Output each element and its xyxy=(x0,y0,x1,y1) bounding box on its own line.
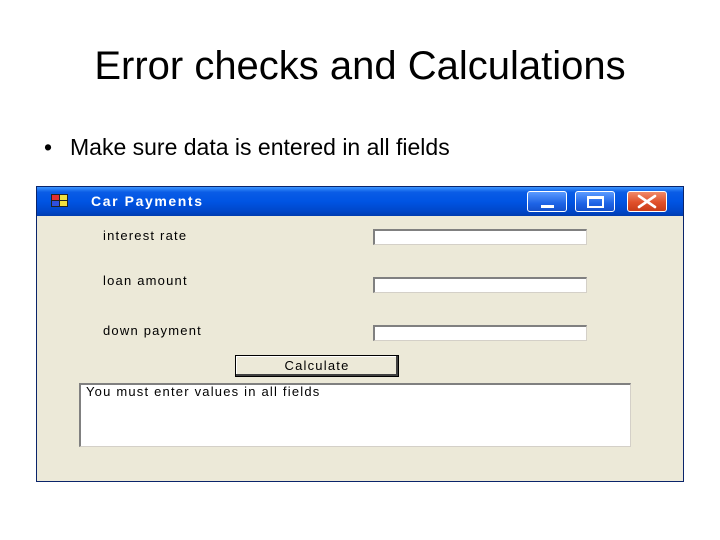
bullet-item: • Make sure data is entered in all fields xyxy=(44,134,450,161)
app-icon xyxy=(51,194,69,208)
minimize-icon xyxy=(541,205,554,208)
window-titlebar[interactable]: Car Payments xyxy=(37,187,683,216)
bullet-text: Make sure data is entered in all fields xyxy=(70,134,450,160)
loan-amount-label: loan amount xyxy=(103,273,188,288)
slide-title: Error checks and Calculations xyxy=(94,44,626,88)
window-title: Car Payments xyxy=(91,193,204,209)
maximize-button[interactable] xyxy=(575,191,615,212)
output-textbox[interactable]: You must enter values in all fields xyxy=(79,383,631,447)
down-payment-label: down payment xyxy=(103,323,202,338)
minimize-button[interactable] xyxy=(527,191,567,212)
interest-rate-label: interest rate xyxy=(103,228,188,243)
close-icon xyxy=(637,194,657,209)
calculate-button[interactable]: Calculate xyxy=(235,355,399,377)
bullet-marker: • xyxy=(44,134,53,160)
loan-amount-input[interactable] xyxy=(373,277,587,293)
car-payments-window: Car Payments interest rate loan amount d… xyxy=(36,186,684,482)
interest-rate-input[interactable] xyxy=(373,229,587,245)
down-payment-input[interactable] xyxy=(373,325,587,341)
maximize-icon xyxy=(587,196,604,208)
close-button[interactable] xyxy=(627,191,667,212)
